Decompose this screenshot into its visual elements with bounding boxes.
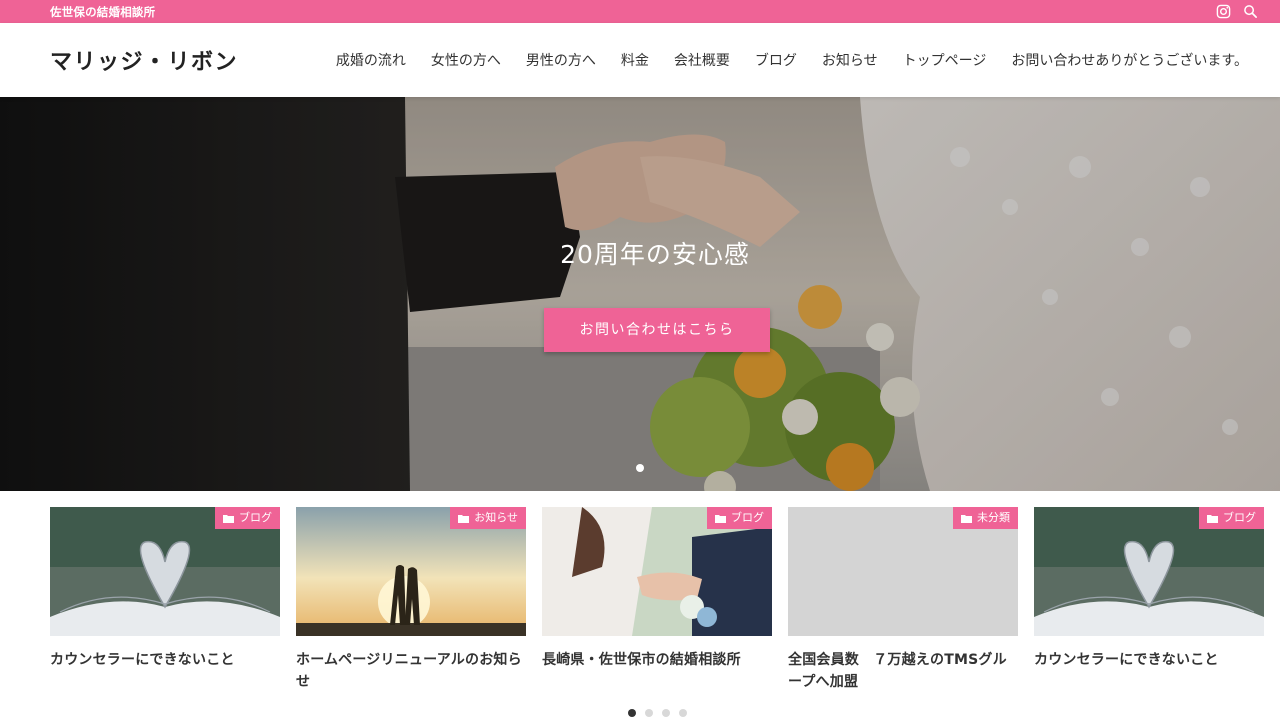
post-card[interactable]: ブログ カウンセラーにできないこと	[50, 507, 280, 671]
post-card[interactable]: 未分類 全国会員数 ７万越えのTMSグループへ加盟	[788, 507, 1018, 693]
site-tagline: 佐世保の結婚相談所	[50, 5, 156, 19]
instagram-icon[interactable]	[1216, 4, 1231, 19]
contact-button[interactable]: お問い合わせはこちら	[544, 308, 770, 352]
post-title[interactable]: カウンセラーにできないこと	[50, 649, 280, 671]
folder-icon	[223, 514, 234, 523]
category-label: お知らせ	[474, 511, 518, 524]
category-label: ブログ	[1223, 511, 1256, 524]
folder-icon	[961, 514, 972, 523]
nav-item-company[interactable]: 会社概要	[674, 50, 730, 70]
category-label: ブログ	[239, 511, 272, 524]
post-thumbnail[interactable]: ブログ	[542, 507, 772, 636]
folder-icon	[715, 514, 726, 523]
post-card[interactable]: ブログ 長崎県・佐世保市の結婚相談所	[542, 507, 772, 671]
post-carousel: ブログ カウンセラーにできないこと お知らせ ホームページリニューアルのお知らせ…	[50, 507, 1264, 697]
nav-item-women[interactable]: 女性の方へ	[431, 50, 501, 70]
category-label: ブログ	[731, 511, 764, 524]
category-label: 未分類	[977, 511, 1010, 524]
nav-item-thanks[interactable]: お問い合わせありがとうございます。	[1011, 50, 1248, 70]
pager-dot-3[interactable]	[662, 709, 670, 717]
post-card[interactable]: お知らせ ホームページリニューアルのお知らせ	[296, 507, 526, 693]
post-thumbnail[interactable]: ブログ	[1034, 507, 1264, 636]
folder-icon	[1207, 514, 1218, 523]
category-badge[interactable]: 未分類	[953, 507, 1018, 529]
post-title[interactable]: 全国会員数 ７万越えのTMSグループへ加盟	[788, 649, 1018, 693]
nav-item-men[interactable]: 男性の方へ	[526, 50, 596, 70]
post-card[interactable]: ブログ カウンセラーにできないこと	[1034, 507, 1264, 671]
nav-item-flow[interactable]: 成婚の流れ	[336, 50, 406, 70]
nav-item-home[interactable]: トップページ	[903, 50, 987, 70]
site-header: マリッジ・リボン 成婚の流れ 女性の方へ 男性の方へ 料金 会社概要 ブログ お…	[0, 23, 1280, 97]
post-thumbnail[interactable]: 未分類	[788, 507, 1018, 636]
nav-item-blog[interactable]: ブログ	[755, 50, 797, 70]
hero-overlay	[0, 97, 1280, 491]
category-badge[interactable]: ブログ	[1199, 507, 1264, 529]
top-bar: 佐世保の結婚相談所	[0, 0, 1280, 23]
hero-slider: 20周年の安心感 お問い合わせはこちら	[0, 97, 1280, 491]
category-badge[interactable]: お知らせ	[450, 507, 526, 529]
site-logo[interactable]: マリッジ・リボン	[50, 44, 238, 76]
category-badge[interactable]: ブログ	[707, 507, 772, 529]
search-icon[interactable]	[1243, 4, 1258, 19]
post-title[interactable]: ホームページリニューアルのお知らせ	[296, 649, 526, 693]
main-nav: 成婚の流れ 女性の方へ 男性の方へ 料金 会社概要 ブログ お知らせ トップペー…	[311, 50, 1248, 70]
hero-title: 20周年の安心感	[560, 240, 750, 269]
post-title[interactable]: 長崎県・佐世保市の結婚相談所	[542, 649, 772, 671]
hero-slide-dot[interactable]	[636, 464, 644, 472]
category-badge[interactable]: ブログ	[215, 507, 280, 529]
post-title[interactable]: カウンセラーにできないこと	[1034, 649, 1264, 671]
post-thumbnail[interactable]: ブログ	[50, 507, 280, 636]
nav-item-news[interactable]: お知らせ	[822, 50, 878, 70]
pager-dot-4[interactable]	[679, 709, 687, 717]
post-thumbnail[interactable]: お知らせ	[296, 507, 526, 636]
nav-item-pricing[interactable]: 料金	[621, 50, 649, 70]
pager-dot-1[interactable]	[628, 709, 636, 717]
pager-dot-2[interactable]	[645, 709, 653, 717]
folder-icon	[458, 514, 470, 523]
post-carousel-pager	[628, 709, 696, 717]
